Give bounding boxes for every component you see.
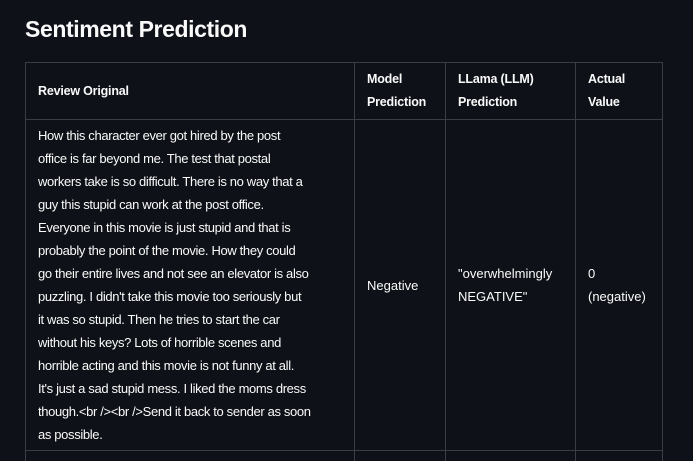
header-text: Actual <box>588 68 650 91</box>
actual-value-cell: 0 (negative) <box>576 120 663 451</box>
header-review-original: Review Original <box>26 63 355 120</box>
table-header-row: Review Original Model Prediction LLama (… <box>26 63 663 120</box>
actual-line: (negative) <box>588 285 650 308</box>
actual-line: 0 <box>588 262 650 285</box>
table-cell <box>355 451 446 461</box>
table-cell <box>576 451 663 461</box>
header-text: Prediction <box>367 91 433 114</box>
header-text: Value <box>588 91 650 114</box>
header-model-prediction: Model Prediction <box>355 63 446 120</box>
review-line: How this character ever got hired by the… <box>38 124 342 147</box>
review-line: horrible acting and this movie is not fu… <box>38 354 342 377</box>
header-llama-prediction: LLama (LLM) Prediction <box>446 63 576 120</box>
review-line: Everyone in this movie is just stupid an… <box>38 216 342 239</box>
review-line: as possible. <box>38 423 342 446</box>
review-line: go their entire lives and not see an ele… <box>38 262 342 285</box>
header-text: Model <box>367 68 433 91</box>
header-text: Prediction <box>458 91 563 114</box>
table-cell <box>26 451 355 461</box>
page-title: Sentiment Prediction <box>25 16 247 43</box>
table-cell <box>446 451 576 461</box>
review-line: though.<br /><br />Send it back to sende… <box>38 400 342 423</box>
review-line: workers take is so difficult. There is n… <box>38 170 342 193</box>
llama-line: "overwhelmingly <box>458 262 563 285</box>
header-text: LLama (LLM) <box>458 68 563 91</box>
review-line: It's just a sad stupid mess. I liked the… <box>38 377 342 400</box>
review-line: probably the point of the movie. How the… <box>38 239 342 262</box>
review-line: without his keys? Lots of horrible scene… <box>38 331 342 354</box>
review-cell: How this character ever got hired by the… <box>26 120 355 451</box>
model-prediction-cell: Negative <box>355 120 446 451</box>
header-actual-value: Actual Value <box>576 63 663 120</box>
sentiment-table: Review Original Model Prediction LLama (… <box>25 62 663 461</box>
table-row: How this character ever got hired by the… <box>26 120 663 451</box>
review-line: puzzling. I didn't take this movie too s… <box>38 285 342 308</box>
review-line: it was so stupid. Then he tries to start… <box>38 308 342 331</box>
llama-line: NEGATIVE" <box>458 285 563 308</box>
review-line: guy this stupid can work at the post off… <box>38 193 342 216</box>
review-line: office is far beyond me. The test that p… <box>38 147 342 170</box>
llama-prediction-cell: "overwhelmingly NEGATIVE" <box>446 120 576 451</box>
table-row-partial <box>26 451 663 461</box>
